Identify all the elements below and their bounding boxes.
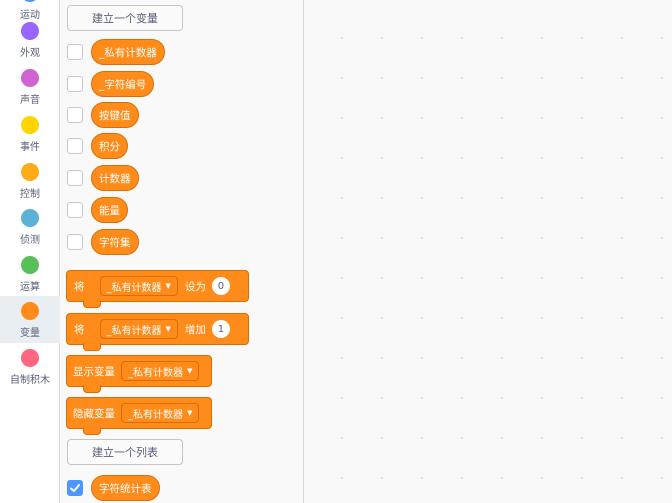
category-label: 控制 [20,189,40,200]
script-workspace[interactable] [304,0,672,503]
category-label: 运算 [20,282,40,293]
control-category-icon [21,163,39,181]
dropdown-value: _私有计数器 [128,367,183,379]
looks-category-icon [21,22,39,40]
variable-checkbox[interactable] [67,234,83,250]
dropdown-value: _私有计数器 [106,325,162,337]
variable-reporter[interactable]: 按键值 [91,102,139,128]
make-list-button[interactable]: 建立一个列表 [67,439,183,465]
variable-checkbox[interactable] [67,107,83,123]
list-checkbox[interactable] [67,480,83,496]
variable-dropdown[interactable]: _私有计数器 ▼ [121,403,200,423]
variable-reporter[interactable]: _私有计数器 [91,39,165,65]
variables-category-icon [21,302,39,320]
category-sound[interactable]: 声音 [0,63,60,110]
category-looks[interactable]: 外观 [0,16,60,63]
variable-reporter[interactable]: 能量 [91,197,128,223]
variable-dropdown[interactable]: _私有计数器 ▼ [121,361,200,381]
block-text: 显示变量 [73,365,115,378]
category-label: 事件 [20,142,40,153]
block-palette: 建立一个变量 _私有计数器 _字符编号 按键值 积分 计数器 能量 字符集 将 … [60,0,304,503]
block-text: 设为 [184,280,206,293]
block-text: 隐藏变量 [73,407,115,420]
variable-reporter[interactable]: 字符集 [91,229,139,255]
category-variables[interactable]: 变量 [0,296,60,343]
block-notch [83,385,101,393]
dropdown-arrow-icon: ▼ [187,409,193,417]
value-input[interactable]: 0 [211,277,230,295]
show-variable-block[interactable]: 显示变量 _私有计数器 ▼ [66,355,212,393]
variable-reporter[interactable]: 积分 [91,133,128,159]
sound-category-icon [21,69,39,87]
my-blocks-category-icon [21,349,39,367]
variable-checkbox[interactable] [67,202,83,218]
category-control[interactable]: 控制 [0,157,60,204]
hide-variable-block[interactable]: 隐藏变量 _私有计数器 ▼ [66,397,212,435]
list-reporter[interactable]: 字符统计表 [91,475,160,501]
block-notch [83,343,101,351]
category-my-blocks[interactable]: 自制积木 [0,343,60,390]
block-notch [83,300,101,308]
events-category-icon [21,116,39,134]
block-text: 增加 [184,323,206,336]
variable-checkbox[interactable] [67,170,83,186]
make-variable-button[interactable]: 建立一个变量 [67,5,183,31]
category-label: 侦测 [20,235,40,246]
category-sidebar: 运动 外观 声音 事件 控制 侦测 运算 变量 自制积木 [0,0,60,503]
variable-reporter[interactable]: _字符编号 [91,71,155,97]
operators-category-icon [21,256,39,274]
sensing-category-icon [21,209,39,227]
variable-checkbox[interactable] [67,76,83,92]
category-operators[interactable]: 运算 [0,250,60,297]
dropdown-value: _私有计数器 [128,409,183,421]
value-input[interactable]: 1 [211,320,230,338]
category-sensing[interactable]: 侦测 [0,203,60,250]
category-label: 外观 [20,48,40,59]
change-variable-block[interactable]: 将 _私有计数器 ▼ 增加 1 [66,313,249,351]
block-notch [83,427,101,435]
variable-checkbox[interactable] [67,138,83,154]
set-variable-block[interactable]: 将 _私有计数器 ▼ 设为 0 [66,270,249,308]
category-label: 自制积木 [10,375,50,386]
variable-dropdown[interactable]: _私有计数器 ▼ [99,319,178,339]
variable-checkbox[interactable] [67,44,83,60]
category-label: 声音 [20,95,40,106]
block-text: 将 [74,280,85,293]
variable-dropdown[interactable]: _私有计数器 ▼ [99,276,178,296]
checkmark-icon [70,484,80,492]
motion-category-icon [21,0,39,2]
variable-reporter[interactable]: 计数器 [91,165,139,191]
category-events[interactable]: 事件 [0,110,60,157]
dropdown-arrow-icon: ▼ [187,367,193,375]
block-text: 将 [74,323,85,336]
dropdown-arrow-icon: ▼ [165,282,171,290]
dropdown-arrow-icon: ▼ [165,325,171,333]
dropdown-value: _私有计数器 [106,282,162,294]
category-label: 变量 [20,328,40,339]
